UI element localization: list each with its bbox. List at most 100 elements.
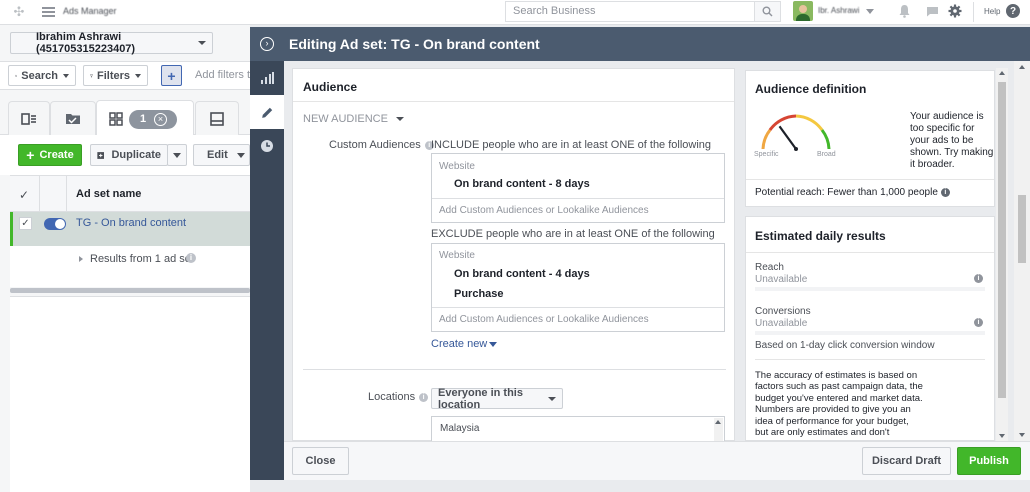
tab-ad-sets-folder[interactable]	[50, 101, 96, 135]
search-button[interactable]	[754, 1, 781, 22]
create-button[interactable]: + Create	[18, 144, 82, 166]
info-icon[interactable]: i	[974, 318, 983, 327]
discard-draft-label: Discard Draft	[871, 455, 942, 467]
settings-gear-icon[interactable]	[948, 4, 962, 18]
help-label[interactable]: Help	[984, 7, 1000, 16]
include-item-1[interactable]: On brand content - 8 days	[454, 178, 590, 190]
notifications-bell-icon[interactable]	[897, 4, 911, 18]
search-icon	[15, 74, 18, 77]
audience-size-gauge	[761, 114, 831, 151]
filters-dropdown-button[interactable]: Filters	[83, 65, 148, 86]
card-divider	[746, 179, 994, 180]
ad-preview-icon	[210, 111, 224, 126]
page-scrollbar-thumb[interactable]	[1018, 195, 1026, 263]
selected-count-pill[interactable]: 1 ×	[129, 110, 177, 129]
exclude-item-1[interactable]: On brand content - 4 days	[454, 268, 590, 280]
duplicate-menu-button[interactable]	[167, 144, 187, 166]
menu-icon[interactable]	[42, 7, 55, 17]
tab-campaigns[interactable]	[8, 101, 50, 135]
chevron-down-icon	[173, 152, 181, 158]
horizontal-scrollbar[interactable]	[10, 288, 250, 293]
duplicate-button[interactable]: Duplicate	[90, 144, 168, 166]
bottom-strip	[250, 480, 1030, 492]
duplicate-label: Duplicate	[111, 149, 161, 161]
facebook-logo-icon[interactable]: ✣	[12, 4, 26, 19]
tab-ads-active[interactable]: 1 ×	[96, 100, 194, 136]
include-box: Website On brand content - 8 days Add Cu…	[431, 153, 725, 223]
table-row[interactable]: ✓ TG - On brand content	[10, 212, 250, 246]
funnel-icon	[90, 73, 93, 78]
help-question-icon[interactable]: ?	[1006, 4, 1020, 18]
audience-definition-heading: Audience definition	[755, 82, 867, 96]
location-item: Malaysia	[440, 423, 480, 434]
conversions-label: Conversions	[755, 306, 811, 317]
clear-selection-icon[interactable]: ×	[154, 113, 167, 126]
status-toggle[interactable]	[44, 218, 66, 230]
duplicate-icon	[97, 151, 105, 159]
user-name[interactable]: Ibr. Ashrawi	[818, 6, 859, 15]
discard-draft-button[interactable]: Discard Draft	[862, 447, 951, 475]
clock-icon	[261, 140, 273, 152]
include-add-input[interactable]: Add Custom Audiences or Lookalike Audien…	[439, 205, 649, 216]
editor-scrollbar[interactable]	[996, 68, 1008, 441]
top-divider	[973, 2, 974, 22]
info-icon[interactable]: i	[419, 392, 429, 402]
sidebar-item-history[interactable]	[250, 129, 284, 163]
search-business-input[interactable]: Search Business	[505, 1, 755, 22]
accuracy-disclaimer: The accuracy of estimates is based on fa…	[755, 370, 923, 440]
close-button[interactable]: Close	[292, 447, 349, 475]
account-selector[interactable]: Ibrahim Ashrawi (451705315223407)	[10, 31, 213, 55]
row-checkbox[interactable]: ✓	[19, 217, 32, 230]
column-header-ad-set-name[interactable]: Ad set name	[76, 188, 141, 200]
exclude-item-2[interactable]: Purchase	[454, 288, 504, 300]
audience-card-header: Audience	[293, 69, 734, 102]
exclude-group-label: Website	[439, 250, 475, 261]
chevron-down-icon	[395, 117, 404, 121]
chevron-down-icon	[135, 73, 141, 78]
info-icon[interactable]: i	[186, 253, 196, 263]
new-audience-dropdown[interactable]: NEW AUDIENCE	[303, 113, 404, 125]
chevron-down-icon[interactable]	[866, 9, 874, 14]
ad-set-name-link[interactable]: TG - On brand content	[76, 217, 186, 229]
custom-audiences-label: Custom Audiences i	[329, 139, 434, 151]
add-filters-text[interactable]: Add filters to	[195, 69, 256, 81]
estimated-results-card: Estimated daily results Reach Unavailabl…	[745, 216, 995, 441]
publish-button[interactable]: Publish	[957, 447, 1021, 475]
sidebar-item-insights[interactable]	[250, 61, 284, 95]
editor-sidebar	[250, 61, 284, 480]
page-scrollbar[interactable]	[1014, 61, 1030, 441]
exclude-add-input[interactable]: Add Custom Audiences or Lookalike Audien…	[439, 314, 649, 325]
app-name[interactable]: Ads Manager	[63, 6, 117, 16]
card-divider	[746, 252, 994, 253]
table-header: ✓ Ad set name	[10, 175, 250, 213]
chevron-down-icon	[236, 152, 245, 158]
reach-label: Reach	[755, 262, 784, 273]
info-icon[interactable]: i	[974, 274, 983, 283]
conversions-value: Unavailable	[755, 318, 808, 329]
include-group-label: Website	[439, 161, 475, 172]
edit-button[interactable]: Edit	[193, 144, 250, 166]
results-row: Results from 1 ad set i	[10, 246, 250, 287]
folder-icon	[66, 114, 80, 124]
collapse-panel-icon[interactable]: ›	[260, 37, 274, 51]
scrollbar-thumb[interactable]	[998, 82, 1006, 398]
search-placeholder: Search Business	[513, 5, 596, 17]
location-list-scrollbar[interactable]	[714, 418, 723, 441]
caret-right-icon[interactable]	[79, 256, 83, 262]
locations-dropdown[interactable]: Everyone in this location	[431, 387, 563, 411]
tab-ads[interactable]	[195, 101, 239, 135]
info-icon[interactable]: i	[940, 188, 950, 197]
avatar[interactable]	[793, 1, 813, 21]
select-all-checkbox[interactable]: ✓	[19, 188, 29, 202]
create-new-link[interactable]: Create new	[431, 338, 498, 350]
audience-definition-card: Audience definition Specific Broad Your …	[745, 70, 995, 207]
search-dropdown-button[interactable]: Search	[8, 65, 76, 86]
add-filter-plus-button[interactable]: +	[161, 65, 182, 86]
sidebar-item-edit[interactable]	[250, 95, 284, 129]
grid-icon	[109, 112, 123, 126]
location-list[interactable]: Malaysia	[431, 416, 725, 441]
messages-icon[interactable]	[925, 5, 939, 17]
account-selector-label: Ibrahim Ashrawi (451705315223407)	[36, 31, 136, 55]
bar-chart-icon	[261, 72, 274, 84]
conversions-bar	[755, 331, 985, 335]
